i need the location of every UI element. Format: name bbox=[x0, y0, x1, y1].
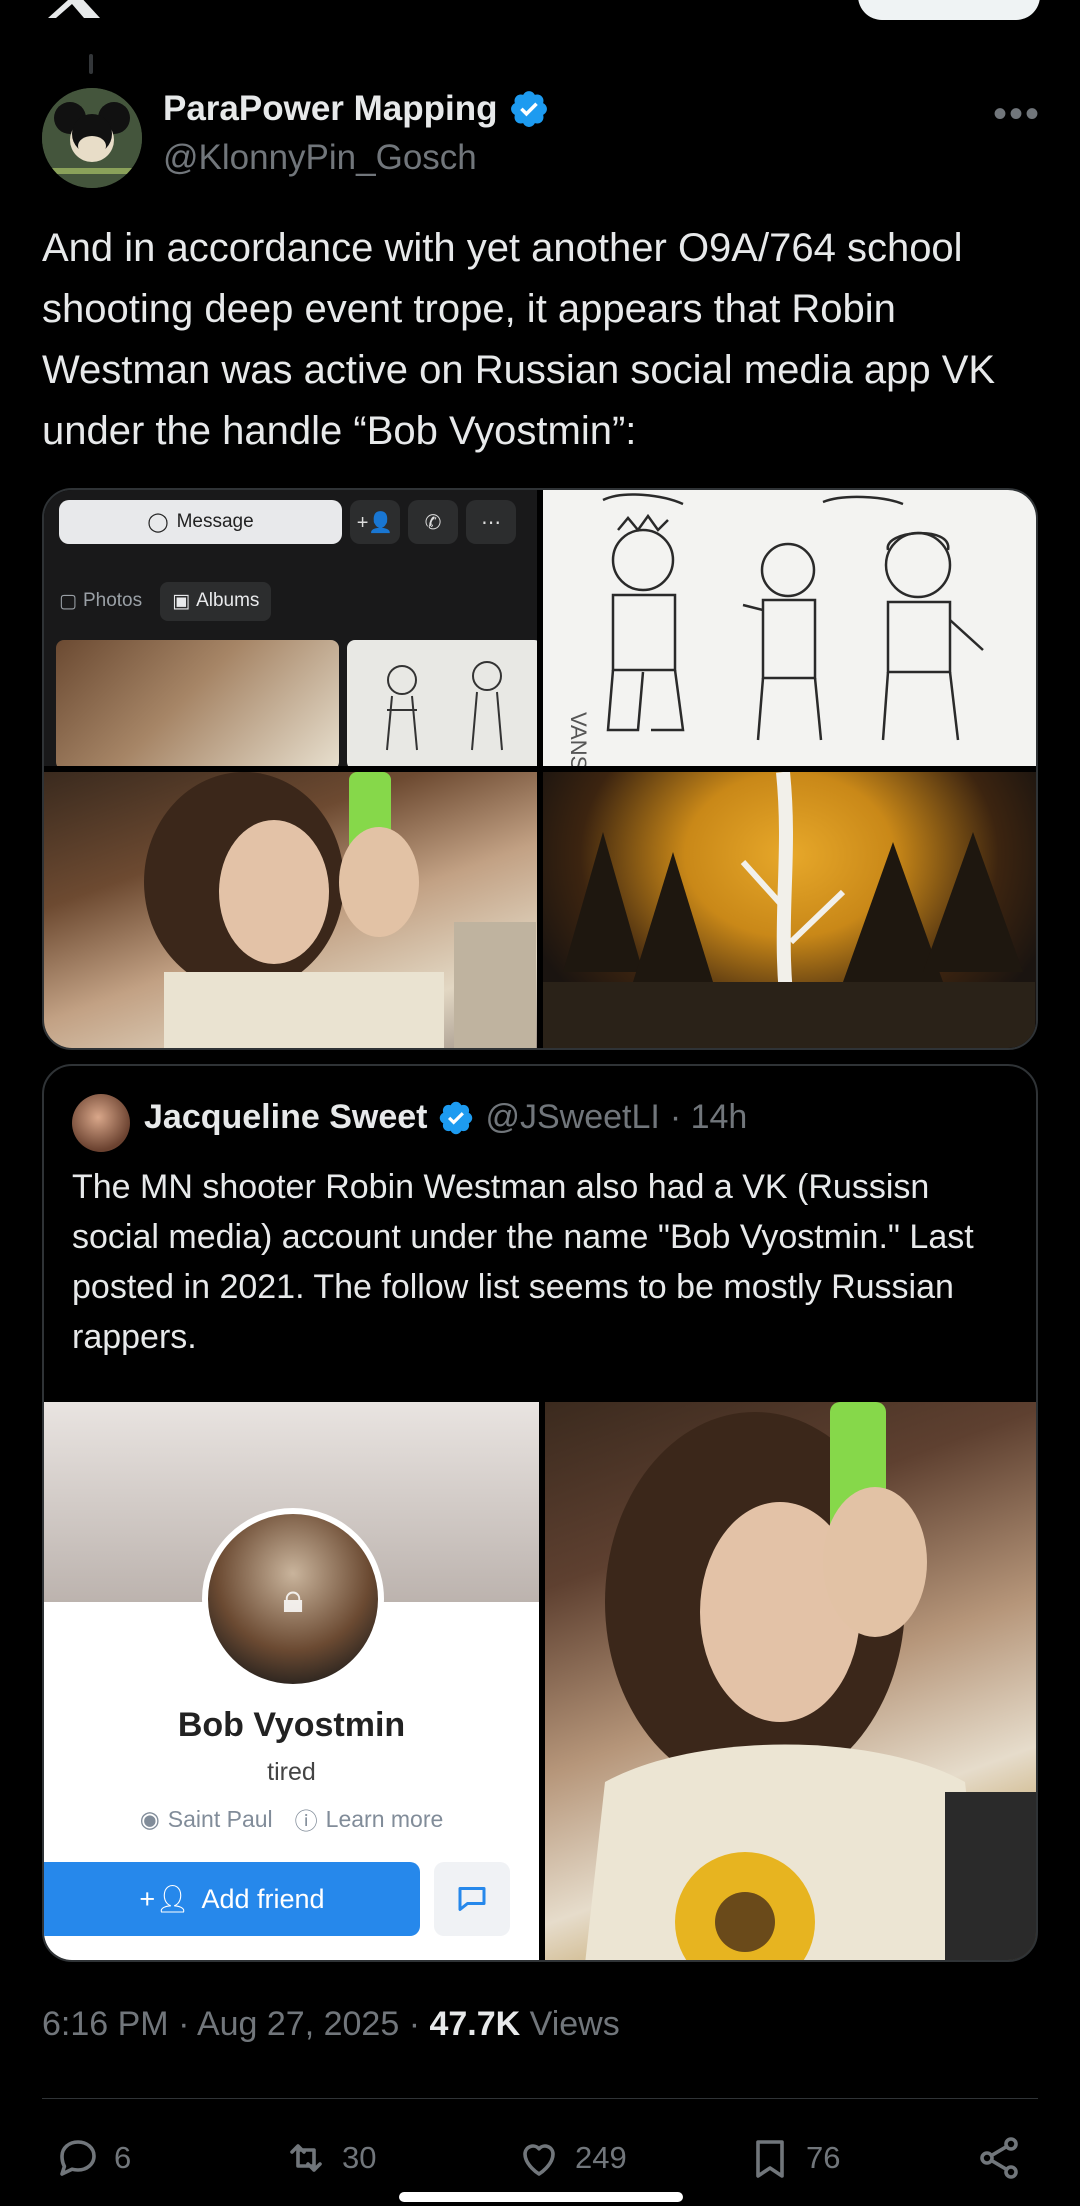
home-indicator[interactable] bbox=[399, 2192, 683, 2202]
vk-photos-tab: ▢ Photos bbox=[59, 590, 143, 612]
vk-learn-more: ⓘ Learn more bbox=[295, 1802, 444, 1836]
tweet-text: And in accordance with yet another O9A/7… bbox=[42, 226, 996, 453]
verified-badge-icon bbox=[440, 1101, 473, 1134]
media-mirror-selfie[interactable] bbox=[44, 772, 537, 1048]
quote-author-header: Jacqueline Sweet @JSweetLI · 14h bbox=[144, 1098, 747, 1137]
vk-call-icon: ✆ bbox=[408, 500, 458, 544]
verified-badge-icon bbox=[510, 91, 547, 127]
quote-author-avatar bbox=[72, 1094, 130, 1152]
author-name-text[interactable]: ParaPower Mapping bbox=[163, 89, 498, 129]
vk-profile-name: Bob Vyostmin bbox=[177, 1706, 406, 1744]
media-character-sketch[interactable]: VANS bbox=[543, 490, 1036, 766]
reply-icon bbox=[60, 2140, 96, 2176]
repost-button[interactable]: 30 bbox=[282, 2130, 376, 2186]
vk-album-thumb-photo bbox=[56, 640, 339, 766]
tweet-timestamp: 6:16 PM · Aug 27, 2025 · 47.7K Views bbox=[42, 2005, 620, 2044]
like-button[interactable]: 249 bbox=[515, 2130, 627, 2186]
vk-more-icon: ⋯ bbox=[466, 500, 516, 544]
media-birch-forest-drawing[interactable] bbox=[543, 772, 1036, 1048]
repost-icon bbox=[290, 2144, 322, 2172]
media-vk-profile-screenshot[interactable]: 🔒︎ Bob Vyostmin tired ◉ Saint Paul ⓘ Lea… bbox=[44, 1402, 539, 1960]
vk-add-friend-button: +👤︎ Add friend bbox=[44, 1862, 420, 1936]
top-bar-text-fragment bbox=[745, 0, 765, 4]
vk-profile-info-row: ◉ Saint Paul ⓘ Learn more bbox=[44, 1802, 539, 1836]
lock-icon: 🔒︎ bbox=[282, 1576, 304, 1621]
quote-text: The MN shooter Robin Westman also had a … bbox=[72, 1168, 974, 1356]
reply-button[interactable]: 6 bbox=[54, 2130, 131, 2186]
quote-author-name: Jacqueline Sweet bbox=[144, 1098, 428, 1136]
sign-up-button[interactable] bbox=[858, 0, 1040, 20]
author-name[interactable]: ParaPower Mapping bbox=[163, 88, 550, 130]
location-pin-icon: ◉ bbox=[139, 1805, 160, 1832]
x-logo-icon[interactable] bbox=[44, 0, 104, 18]
quote-author-handle: @JSweetLI bbox=[485, 1098, 660, 1136]
vk-message-button: ◯ Message bbox=[59, 500, 342, 544]
quote-media-grid[interactable]: 🔒︎ Bob Vyostmin tired ◉ Saint Paul ⓘ Lea… bbox=[44, 1402, 1036, 1960]
vk-chat-button bbox=[434, 1862, 510, 1936]
vk-profile-avatar: 🔒︎ bbox=[202, 1508, 384, 1690]
mouse-avatar-icon bbox=[42, 88, 142, 188]
info-icon: ⓘ bbox=[294, 1808, 318, 1834]
add-user-icon: +👤︎ bbox=[139, 1884, 190, 1914]
vk-album-thumb-sketch bbox=[347, 640, 537, 766]
vk-profile-status: tired bbox=[267, 1758, 316, 1786]
more-options-icon[interactable]: ••• bbox=[993, 92, 1041, 137]
chat-bubble-icon bbox=[458, 1887, 486, 1911]
author-avatar[interactable] bbox=[42, 88, 142, 188]
quoted-tweet-card[interactable]: Jacqueline Sweet @JSweetLI · 14h The MN … bbox=[42, 1064, 1038, 1962]
bookmark-button[interactable]: 76 bbox=[746, 2130, 840, 2186]
tweet-time: 6:16 PM · Aug 27, 2025 · bbox=[42, 2005, 430, 2043]
author-handle[interactable]: @KlonnyPin_Gosch bbox=[163, 138, 477, 178]
quote-time: · 14h bbox=[669, 1098, 748, 1136]
action-bar: 6 30 249 76 bbox=[0, 2130, 1080, 2186]
vk-add-friend-icon: +👤 bbox=[350, 500, 400, 544]
heart-icon bbox=[523, 2144, 555, 2176]
tweet-media-grid[interactable]: ◯ Message +👤 ✆ ⋯ ▢ Photos ▣ Albums VANS bbox=[42, 488, 1038, 1050]
top-bar bbox=[0, 0, 1080, 40]
thread-connector bbox=[89, 54, 93, 74]
media-vk-albums-screenshot[interactable]: ◯ Message +👤 ✆ ⋯ ▢ Photos ▣ Albums bbox=[44, 490, 537, 766]
media-selfie-photo[interactable] bbox=[545, 1402, 1036, 1960]
views-count: 47.7K bbox=[429, 2005, 521, 2043]
vk-albums-tab: ▣ Albums bbox=[160, 581, 272, 621]
vk-media-tabs: ▢ Photos ▣ Albums bbox=[59, 580, 272, 622]
speech-bubble-icon: ◯ bbox=[147, 511, 169, 533]
share-button[interactable] bbox=[975, 2130, 1023, 2186]
divider bbox=[42, 2098, 1038, 2099]
vans-mark: VANS bbox=[566, 712, 591, 766]
vk-location: ◉ Saint Paul bbox=[139, 1805, 273, 1832]
share-icon bbox=[980, 2137, 1018, 2179]
views-label: Views bbox=[520, 2005, 620, 2043]
bookmark-icon bbox=[756, 2140, 784, 2178]
tweet-detail-page: ParaPower Mapping @KlonnyPin_Gosch ••• A… bbox=[0, 0, 1080, 2206]
